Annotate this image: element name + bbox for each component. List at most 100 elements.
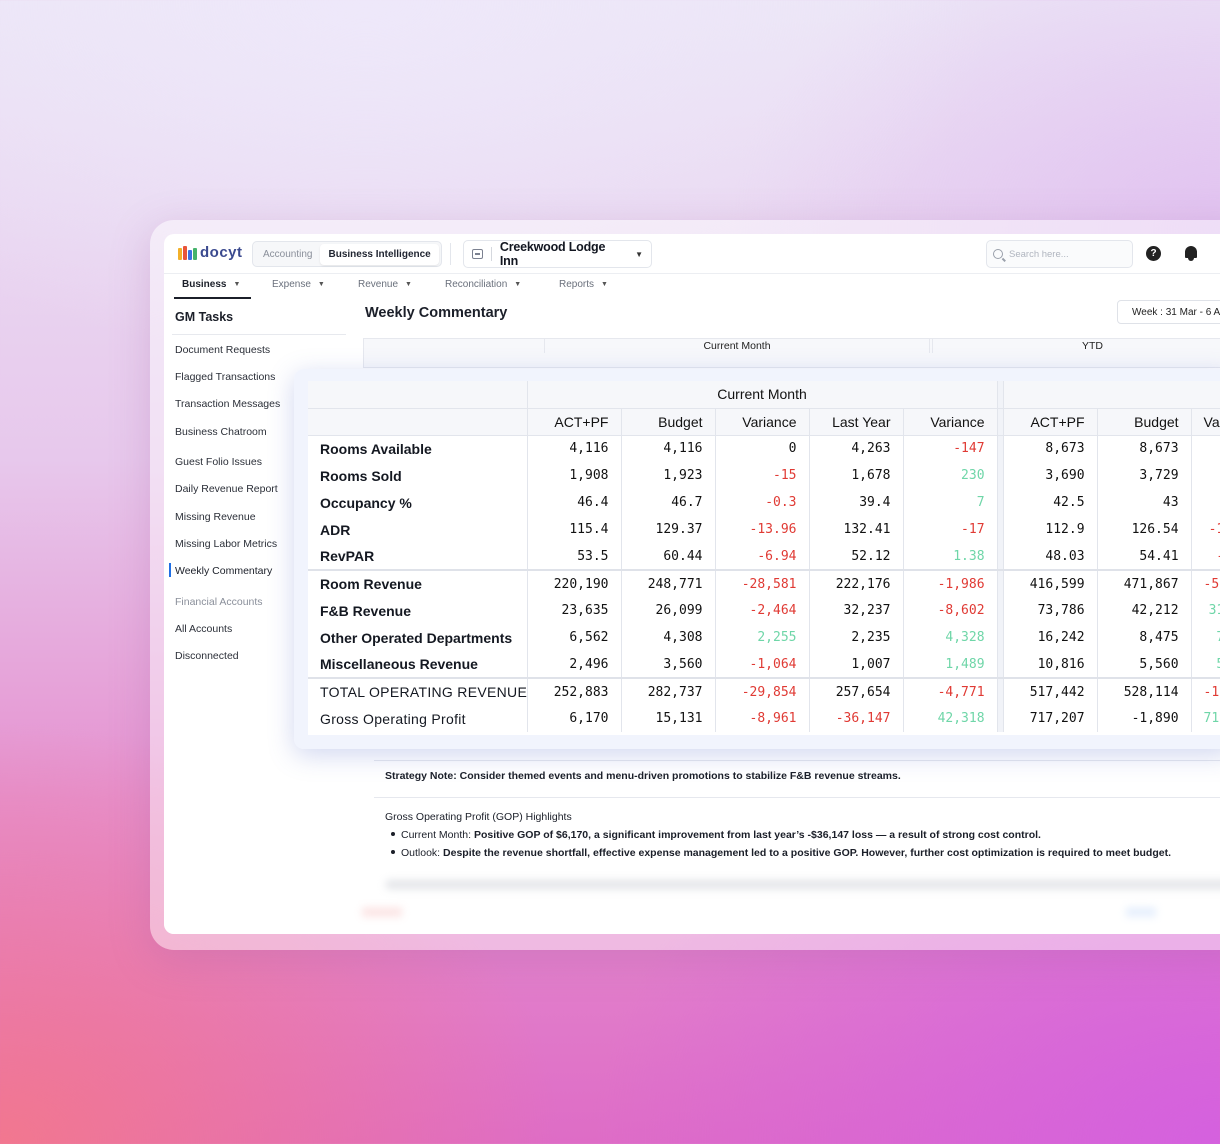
- table-row[interactable]: Miscellaneous Revenue 2,496 3,560 -1,064 1,0…: [308, 651, 1220, 678]
- tab-business-intelligence[interactable]: Business Intelligence: [320, 243, 439, 265]
- table-row[interactable]: ADR 115.4 129.37 -13.96 132.41 -17 112.9 126.54…: [308, 516, 1220, 543]
- table-cell: 6,562: [527, 624, 622, 651]
- sidebar-item-missing-labor-metrics[interactable]: Missing Labor Metrics: [175, 538, 277, 550]
- nav-reconciliation-label: Reconciliation: [445, 279, 508, 290]
- column-header[interactable]: Variance: [1191, 408, 1220, 436]
- table-cell: 528,114: [1097, 677, 1192, 705]
- nav-expense[interactable]: Expense ▼: [272, 279, 325, 290]
- tab-accounting[interactable]: Accounting: [255, 244, 320, 265]
- column-header[interactable]: Variance: [715, 408, 810, 436]
- nav-reconciliation[interactable]: Reconciliation ▼: [445, 279, 521, 290]
- divider: [490, 247, 492, 261]
- help-icon[interactable]: ?: [1146, 246, 1161, 261]
- nav-business[interactable]: Business ▼: [182, 279, 240, 290]
- table-cell: 1,923: [621, 462, 716, 489]
- table-cell: 39.4: [809, 489, 904, 516]
- row-label: TOTAL OPERATING REVENUE: [308, 677, 528, 705]
- table-cell: -8,961: [715, 705, 810, 732]
- table-row[interactable]: RevPAR53.560.44-6.9452.121.3848.0354.41-…: [308, 543, 1220, 570]
- sidebar-item-guest-folio-issues[interactable]: Guest Folio Issues: [175, 456, 262, 468]
- sidebar-item-disconnected[interactable]: Disconnected: [175, 650, 239, 662]
- table-cell: 46.4: [527, 489, 622, 516]
- table-cell: -13.96: [715, 516, 810, 543]
- group-ytd: [1003, 381, 1220, 409]
- strategy-note-fb: Strategy Note: Consider themed events an…: [385, 770, 901, 782]
- search-icon: [993, 249, 1003, 259]
- table-cell: 1,489: [903, 651, 998, 678]
- row-label: Rooms Sold: [308, 462, 528, 489]
- table-cell: 23,635: [527, 597, 622, 624]
- sidebar-item-business-chatroom[interactable]: Business Chatroom: [175, 426, 267, 438]
- table-cell: -29,854: [715, 677, 810, 705]
- divider: [374, 797, 1220, 798]
- table-cell: 1,007: [809, 651, 904, 678]
- column-header[interactable]: Last Year: [809, 408, 904, 436]
- property-selector[interactable]: Creekwood Lodge Inn ▼: [463, 240, 652, 268]
- table-cell: -36,147: [809, 705, 904, 732]
- nav-revenue[interactable]: Revenue ▼: [358, 279, 412, 290]
- table-row[interactable]: Rooms Available 4,116 4,116 0 4,263 -147 8,673…: [308, 435, 1220, 462]
- table-row[interactable]: TOTAL OPERATING REVENUE 252,883 282,737 -29…: [308, 677, 1220, 705]
- table-cell: 42,318: [903, 705, 998, 732]
- sidebar-item-weekly-commentary[interactable]: Weekly Commentary: [175, 565, 272, 577]
- divider: [450, 243, 451, 265]
- sidebar-item-missing-revenue[interactable]: Missing Revenue: [175, 511, 256, 523]
- table-row[interactable]: Other Operated Departments 6,562 4,308 2,25…: [308, 624, 1220, 651]
- sidebar-item-flagged-transactions[interactable]: Flagged Transactions: [175, 371, 275, 383]
- page-title: Weekly Commentary: [365, 305, 508, 321]
- table-row[interactable]: F&B Revenue 23,635 26,099 -2,464 32,237 -8,60…: [308, 597, 1220, 624]
- row-label: ADR: [308, 516, 528, 543]
- table-cell: 31,574: [1191, 597, 1220, 624]
- table-cell: 8,673: [1097, 435, 1192, 462]
- bg-group-ytd: YTD: [932, 339, 1220, 353]
- table-row[interactable]: Gross Operating Profit 6,170 15,131 -8,961-…: [308, 705, 1220, 732]
- table-cell: 719,097: [1191, 705, 1220, 732]
- bg-group-current-month: Current Month: [544, 339, 930, 353]
- bg-table-header: Current Month YTD: [363, 338, 1220, 368]
- table-cell: -1,986: [903, 569, 998, 597]
- table-cell: 43: [1097, 489, 1192, 516]
- column-header[interactable]: ACT+PF: [527, 408, 622, 436]
- table-row[interactable]: Occupancy %46.446.7-0.339.4742.543-0.5: [308, 489, 1220, 516]
- table-cell: 5,560: [1097, 651, 1192, 678]
- sidebar-section-financial-accounts: Financial Accounts: [175, 596, 263, 608]
- table-cell: 220,190: [527, 569, 622, 597]
- search-box[interactable]: [986, 240, 1133, 268]
- nav-revenue-label: Revenue: [358, 279, 399, 290]
- table-cell: -4,771: [903, 677, 998, 705]
- notification-bell-icon[interactable]: [1184, 246, 1198, 262]
- nav-reports[interactable]: Reports ▼: [559, 279, 608, 290]
- table-cell: 282,737: [621, 677, 716, 705]
- column-header[interactable]: Variance: [903, 408, 998, 436]
- column-header[interactable]: ACT+PF: [1003, 408, 1098, 436]
- table-cell: 717,207: [1003, 705, 1098, 732]
- table-cell: -13.64: [1191, 516, 1220, 543]
- table-cell: -6.38: [1191, 543, 1220, 570]
- gop-heading: Gross Operating Profit (GOP) Highlights: [385, 811, 572, 823]
- table-cell: 0: [1191, 435, 1220, 462]
- table-row[interactable]: Room Revenue 220,190 248,771 -28,581 222,176…: [308, 569, 1220, 597]
- gop-bullet-outlook: Outlook: Despite the revenue shortfall, …: [385, 847, 1171, 859]
- chevron-down-icon: ▼: [405, 281, 412, 288]
- table-cell: 416,599: [1003, 569, 1098, 597]
- sidebar-item-all-accounts[interactable]: All Accounts: [175, 623, 232, 635]
- table-cell: 248,771: [621, 569, 716, 597]
- table-cell: -1,064: [715, 651, 810, 678]
- week-selector[interactable]: Week : 31 Mar - 6 Apr: [1117, 300, 1220, 324]
- logo-icon: [178, 245, 197, 260]
- table-cell: 53.5: [527, 543, 622, 570]
- sidebar-item-daily-revenue-report[interactable]: Daily Revenue Report: [175, 483, 278, 495]
- table-row[interactable]: Rooms Sold 1,908 1,923 -15 1,678 230 3,690 3,72…: [308, 462, 1220, 489]
- search-input[interactable]: [1009, 248, 1119, 260]
- sidebar-item-transaction-messages[interactable]: Transaction Messages: [175, 398, 280, 410]
- sidebar-item-document-requests[interactable]: Document Requests: [175, 344, 270, 356]
- table-column-header-row: ACT+PF Budget Variance Last Year Varianc…: [308, 408, 1220, 436]
- table-cell: 32,237: [809, 597, 904, 624]
- table-body: Rooms Available 4,116 4,116 0 4,263 -147 8,673…: [308, 435, 1220, 732]
- table-cell: 132.41: [809, 516, 904, 543]
- column-header[interactable]: Budget: [621, 408, 716, 436]
- column-header[interactable]: Budget: [1097, 408, 1192, 436]
- docyt-logo[interactable]: docyt: [178, 244, 243, 261]
- table-cell: -39: [1191, 462, 1220, 489]
- table-cell: 42.5: [1003, 489, 1098, 516]
